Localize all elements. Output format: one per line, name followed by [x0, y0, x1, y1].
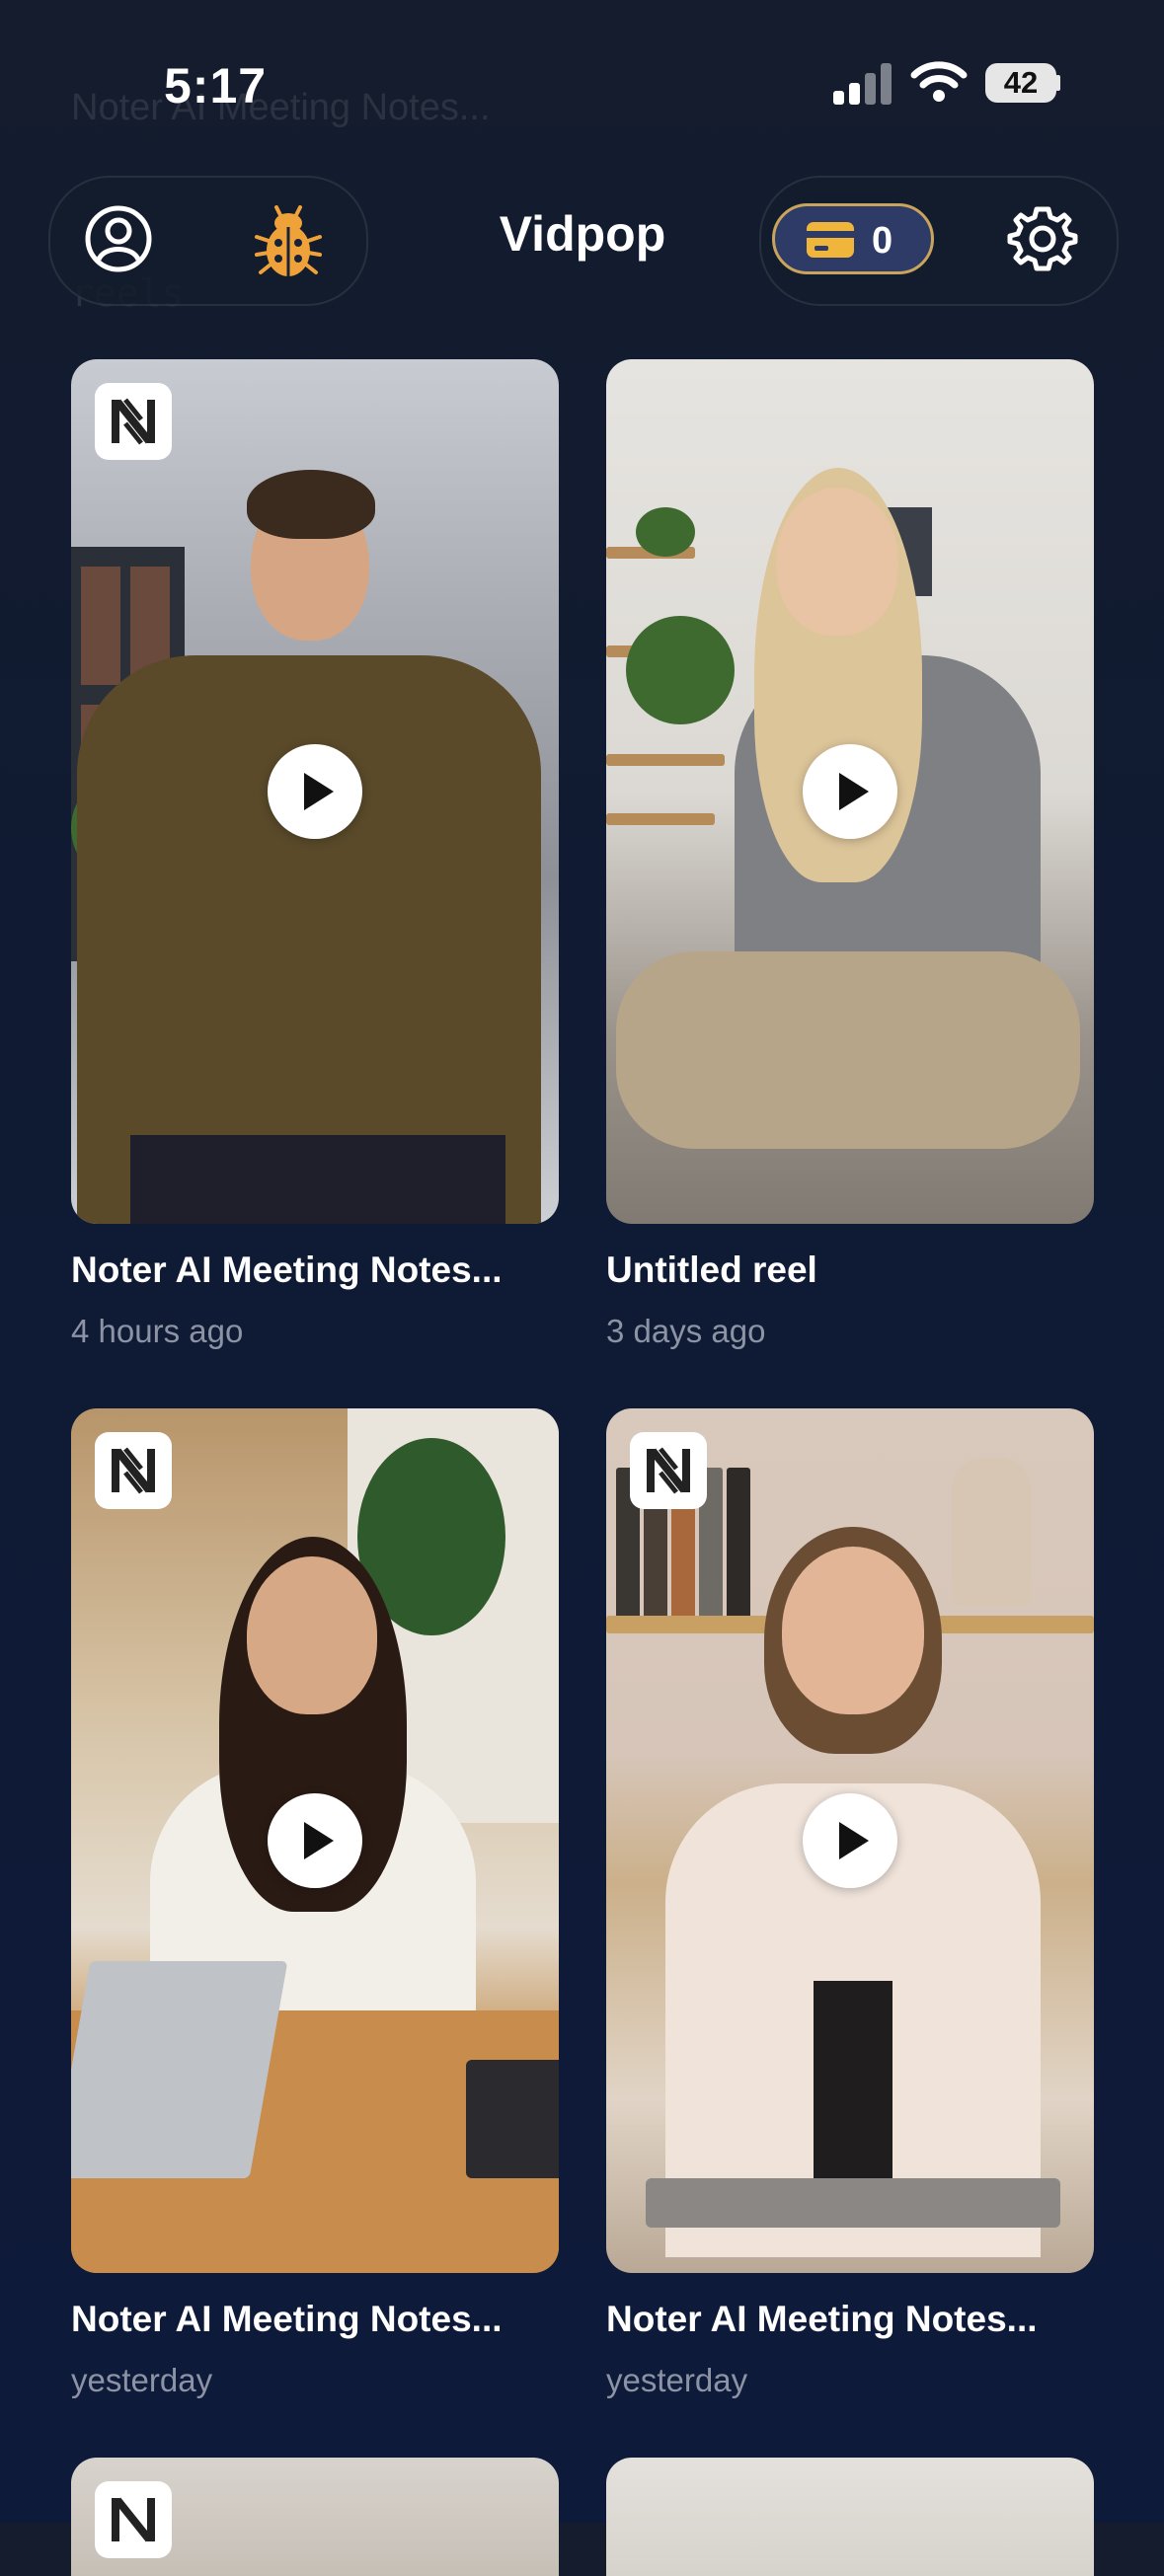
- reel-title: Untitled reel: [606, 1250, 817, 1290]
- reel-thumbnail[interactable]: [71, 359, 559, 1224]
- reel-timestamp: 4 hours ago: [71, 1313, 244, 1349]
- reel-card[interactable]: Untitled reel 3 days ago: [606, 359, 1094, 1350]
- status-time: 5:17: [164, 58, 268, 114]
- reel-timestamp: 3 days ago: [606, 1313, 766, 1349]
- reel-card-partial[interactable]: [606, 2458, 1094, 2576]
- app-title: Vidpop: [499, 206, 666, 262]
- gear-icon: [1007, 206, 1078, 271]
- battery-level: 42: [985, 63, 1056, 103]
- credits-count: 0: [872, 220, 893, 262]
- reel-card[interactable]: Noter AI Meeting Notes... yesterday: [71, 1408, 559, 2399]
- wifi-icon: [910, 59, 968, 103]
- play-button[interactable]: [268, 1793, 362, 1888]
- noter-logo-icon: [95, 2481, 172, 2558]
- profile-button[interactable]: [77, 197, 160, 280]
- noter-logo-icon: [630, 1432, 707, 1509]
- debug-button[interactable]: [247, 193, 330, 282]
- cellular-signal-icon: [833, 59, 894, 105]
- credit-card-icon: [807, 222, 854, 258]
- credits-button[interactable]: 0: [772, 203, 934, 274]
- battery-indicator: 42: [985, 63, 1060, 105]
- reel-card[interactable]: Noter AI Meeting Notes... yesterday: [606, 1408, 1094, 2399]
- profile-icon: [85, 205, 152, 272]
- reel-title: Noter AI Meeting Notes...: [606, 2299, 1038, 2339]
- reel-timestamp: yesterday: [71, 2362, 213, 2398]
- reel-thumbnail[interactable]: [606, 359, 1094, 1224]
- reel-thumbnail[interactable]: [606, 1408, 1094, 2273]
- play-button[interactable]: [803, 1793, 897, 1888]
- settings-button[interactable]: [1003, 197, 1082, 280]
- background-reel-title: Noter AI Meeting Notes...: [71, 87, 491, 128]
- play-button[interactable]: [803, 744, 897, 839]
- play-button[interactable]: [268, 744, 362, 839]
- noter-logo-icon: [95, 383, 172, 460]
- reel-card[interactable]: Noter AI Meeting Notes... 4 hours ago: [71, 359, 559, 1350]
- reel-thumbnail[interactable]: [71, 1408, 559, 2273]
- reel-title: Noter AI Meeting Notes...: [71, 1250, 503, 1290]
- reel-card-partial[interactable]: [71, 2458, 559, 2576]
- bug-icon: [255, 205, 322, 276]
- reel-timestamp: yesterday: [606, 2362, 748, 2398]
- noter-logo-icon: [95, 1432, 172, 1509]
- reel-title: Noter AI Meeting Notes...: [71, 2299, 503, 2339]
